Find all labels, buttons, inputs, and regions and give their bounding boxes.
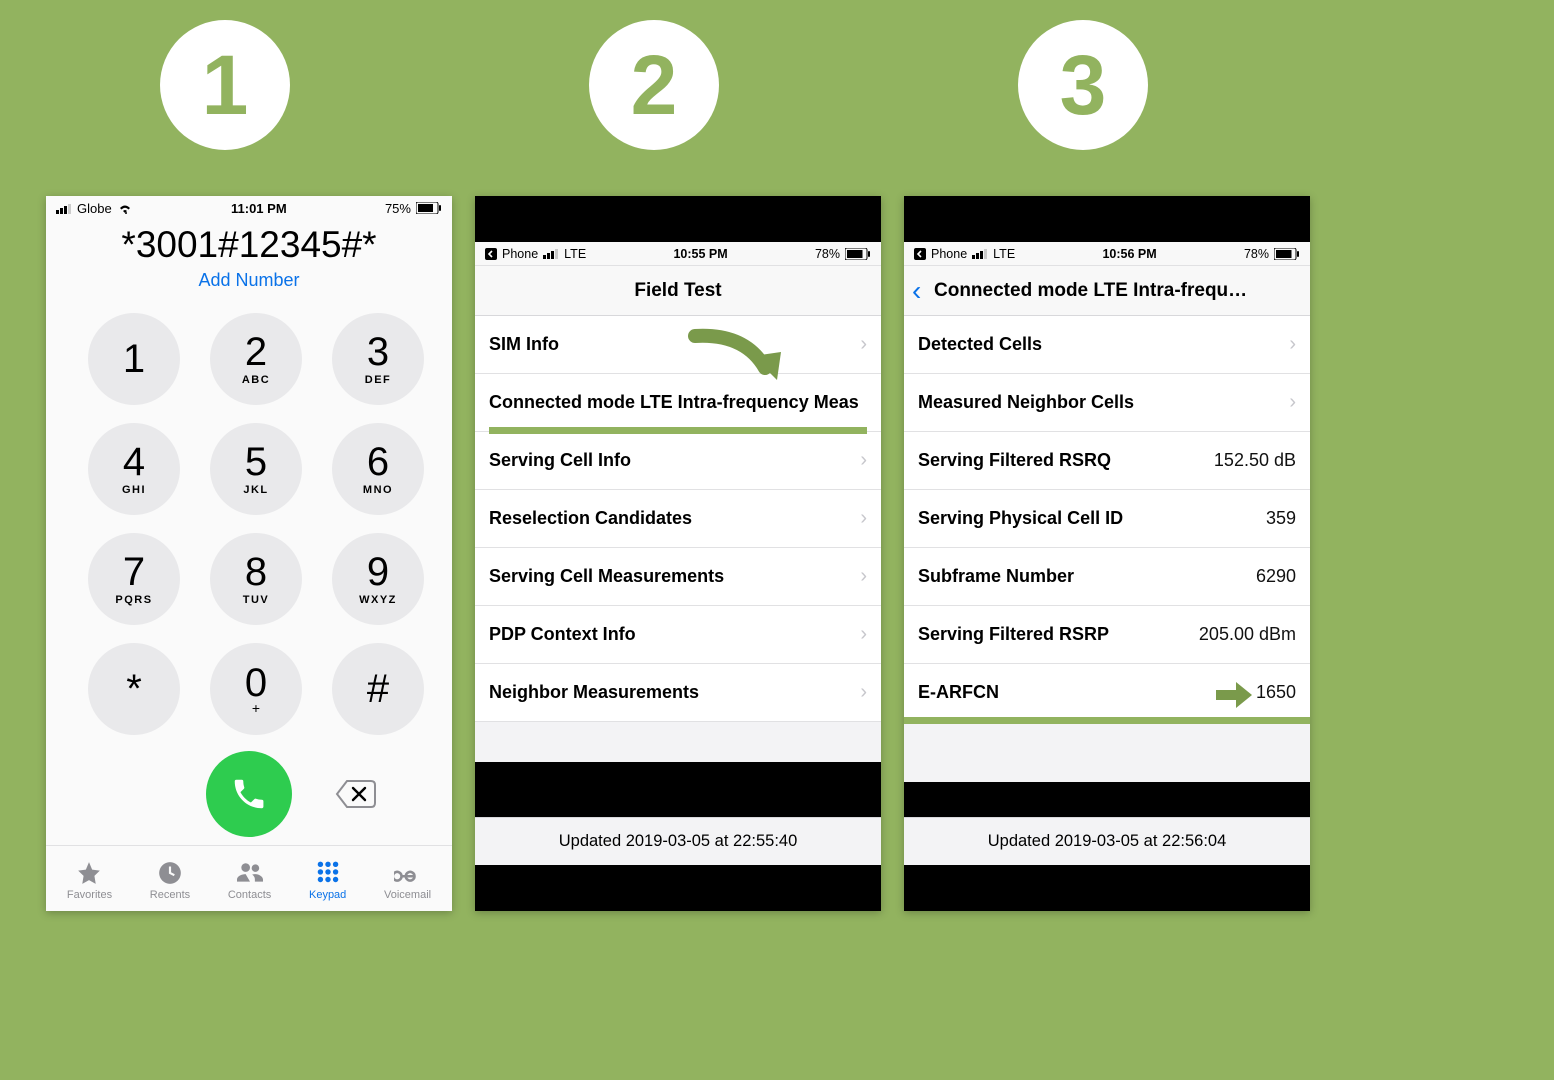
key-6[interactable]: 6MNO xyxy=(332,423,424,515)
call-button[interactable] xyxy=(206,751,292,837)
key-1[interactable]: 1 xyxy=(88,313,180,405)
battery-icon xyxy=(1274,248,1300,260)
status-bar: Globe 11:01 PM 75% xyxy=(46,196,452,218)
row-pdp-context-info[interactable]: PDP Context Info› xyxy=(475,606,881,664)
signal-icon xyxy=(543,248,559,259)
chevron-right-icon: › xyxy=(860,449,867,472)
updated-footer: Updated 2019-03-05 at 22:56:04 xyxy=(904,817,1310,865)
keypad: 1 2ABC 3DEF 4GHI 5JKL 6MNO 7PQRS 8TUV 9W… xyxy=(46,291,452,745)
key-8[interactable]: 8TUV xyxy=(210,533,302,625)
status-time: 11:01 PM xyxy=(231,201,287,216)
step-number: 3 xyxy=(1060,37,1107,134)
step-badge-3: 3 xyxy=(1018,20,1148,150)
tab-bar: Favorites Recents Contacts Keypad Voicem… xyxy=(46,845,452,911)
tab-recents[interactable]: Recents xyxy=(150,860,190,901)
wifi-icon xyxy=(117,202,133,214)
chevron-right-icon: › xyxy=(860,333,867,356)
status-bar: Phone LTE 10:55 PM 78% xyxy=(475,242,881,266)
chevron-right-icon: › xyxy=(860,507,867,530)
screenshot-field-test-list: Phone LTE 10:55 PM 78% Field Test SIM In… xyxy=(475,196,881,911)
chevron-right-icon: › xyxy=(860,623,867,646)
chevron-right-icon: › xyxy=(1289,391,1296,414)
add-number-link[interactable]: Add Number xyxy=(46,270,452,291)
carrier-label: Globe xyxy=(77,201,112,216)
key-0[interactable]: 0+ xyxy=(210,643,302,735)
row-connected-mode-lte[interactable]: Connected mode LTE Intra-frequency Meas xyxy=(475,374,881,432)
tab-contacts[interactable]: Contacts xyxy=(228,860,271,901)
tab-keypad[interactable]: Keypad xyxy=(309,860,346,901)
keypad-icon xyxy=(314,860,342,886)
back-button[interactable]: ‹ xyxy=(912,266,921,315)
row-sim-info[interactable]: SIM Info› xyxy=(475,316,881,374)
row-neighbor-measurements[interactable]: Neighbor Measurements› xyxy=(475,664,881,722)
back-to-app-icon[interactable] xyxy=(485,248,497,260)
tab-voicemail[interactable]: Voicemail xyxy=(384,860,431,901)
network-label: LTE xyxy=(564,247,586,261)
nav-bar: Field Test xyxy=(475,266,881,316)
battery-icon xyxy=(845,248,871,260)
key-hash[interactable]: # xyxy=(332,643,424,735)
nav-bar: ‹ Connected mode LTE Intra-frequ… xyxy=(904,266,1310,316)
chevron-right-icon: › xyxy=(860,565,867,588)
dialed-number: *3001#12345#* xyxy=(46,224,452,266)
status-time: 10:55 PM xyxy=(673,247,727,261)
backspace-button[interactable] xyxy=(332,777,380,811)
chevron-right-icon: › xyxy=(860,681,867,704)
row-serving-cell-info[interactable]: Serving Cell Info› xyxy=(475,432,881,490)
key-star[interactable]: * xyxy=(88,643,180,735)
chevron-left-icon: ‹ xyxy=(912,277,921,305)
battery-percent: 75% xyxy=(385,201,411,216)
row-measured-neighbor-cells[interactable]: Measured Neighbor Cells› xyxy=(904,374,1310,432)
key-9[interactable]: 9WXYZ xyxy=(332,533,424,625)
contacts-icon xyxy=(236,860,264,886)
key-5[interactable]: 5JKL xyxy=(210,423,302,515)
back-to-app-label[interactable]: Phone xyxy=(931,247,967,261)
highlight-underline xyxy=(489,427,867,434)
step-badge-1: 1 xyxy=(160,20,290,150)
key-2[interactable]: 2ABC xyxy=(210,313,302,405)
row-subframe-number: Subframe Number6290 xyxy=(904,548,1310,606)
row-reselection-candidates[interactable]: Reselection Candidates› xyxy=(475,490,881,548)
page-title: Connected mode LTE Intra-frequ… xyxy=(904,280,1310,302)
row-serving-filtered-rsrq: Serving Filtered RSRQ152.50 dB xyxy=(904,432,1310,490)
row-detected-cells[interactable]: Detected Cells› xyxy=(904,316,1310,374)
status-time: 10:56 PM xyxy=(1102,247,1156,261)
page-title: Field Test xyxy=(634,280,721,302)
back-to-app-icon[interactable] xyxy=(914,248,926,260)
updated-footer: Updated 2019-03-05 at 22:55:40 xyxy=(475,817,881,865)
battery-icon xyxy=(416,202,442,214)
clock-icon xyxy=(156,860,184,886)
chevron-right-icon: › xyxy=(1289,333,1296,356)
screenshot-dialer: Globe 11:01 PM 75% *3001#12345#* Add Num… xyxy=(46,196,452,911)
battery-percent: 78% xyxy=(1244,247,1269,261)
step-number: 2 xyxy=(631,37,678,134)
highlight-underline xyxy=(904,717,1310,724)
key-4[interactable]: 4GHI xyxy=(88,423,180,515)
step-number: 1 xyxy=(202,37,249,134)
signal-icon xyxy=(972,248,988,259)
row-serving-physical-cell-id: Serving Physical Cell ID359 xyxy=(904,490,1310,548)
star-icon xyxy=(75,860,103,886)
row-e-arfcn: E-ARFCN1650 xyxy=(904,664,1310,722)
battery-percent: 78% xyxy=(815,247,840,261)
phone-icon xyxy=(230,775,268,813)
voicemail-icon xyxy=(394,860,422,886)
key-3[interactable]: 3DEF xyxy=(332,313,424,405)
row-serving-filtered-rsrp: Serving Filtered RSRP205.00 dBm xyxy=(904,606,1310,664)
row-serving-cell-measurements[interactable]: Serving Cell Measurements› xyxy=(475,548,881,606)
signal-icon xyxy=(56,203,72,214)
key-7[interactable]: 7PQRS xyxy=(88,533,180,625)
step-badge-2: 2 xyxy=(589,20,719,150)
back-to-app-label[interactable]: Phone xyxy=(502,247,538,261)
tab-favorites[interactable]: Favorites xyxy=(67,860,112,901)
screenshot-field-test-detail: Phone LTE 10:56 PM 78% ‹ Connected mode … xyxy=(904,196,1310,911)
network-label: LTE xyxy=(993,247,1015,261)
status-bar: Phone LTE 10:56 PM 78% xyxy=(904,242,1310,266)
